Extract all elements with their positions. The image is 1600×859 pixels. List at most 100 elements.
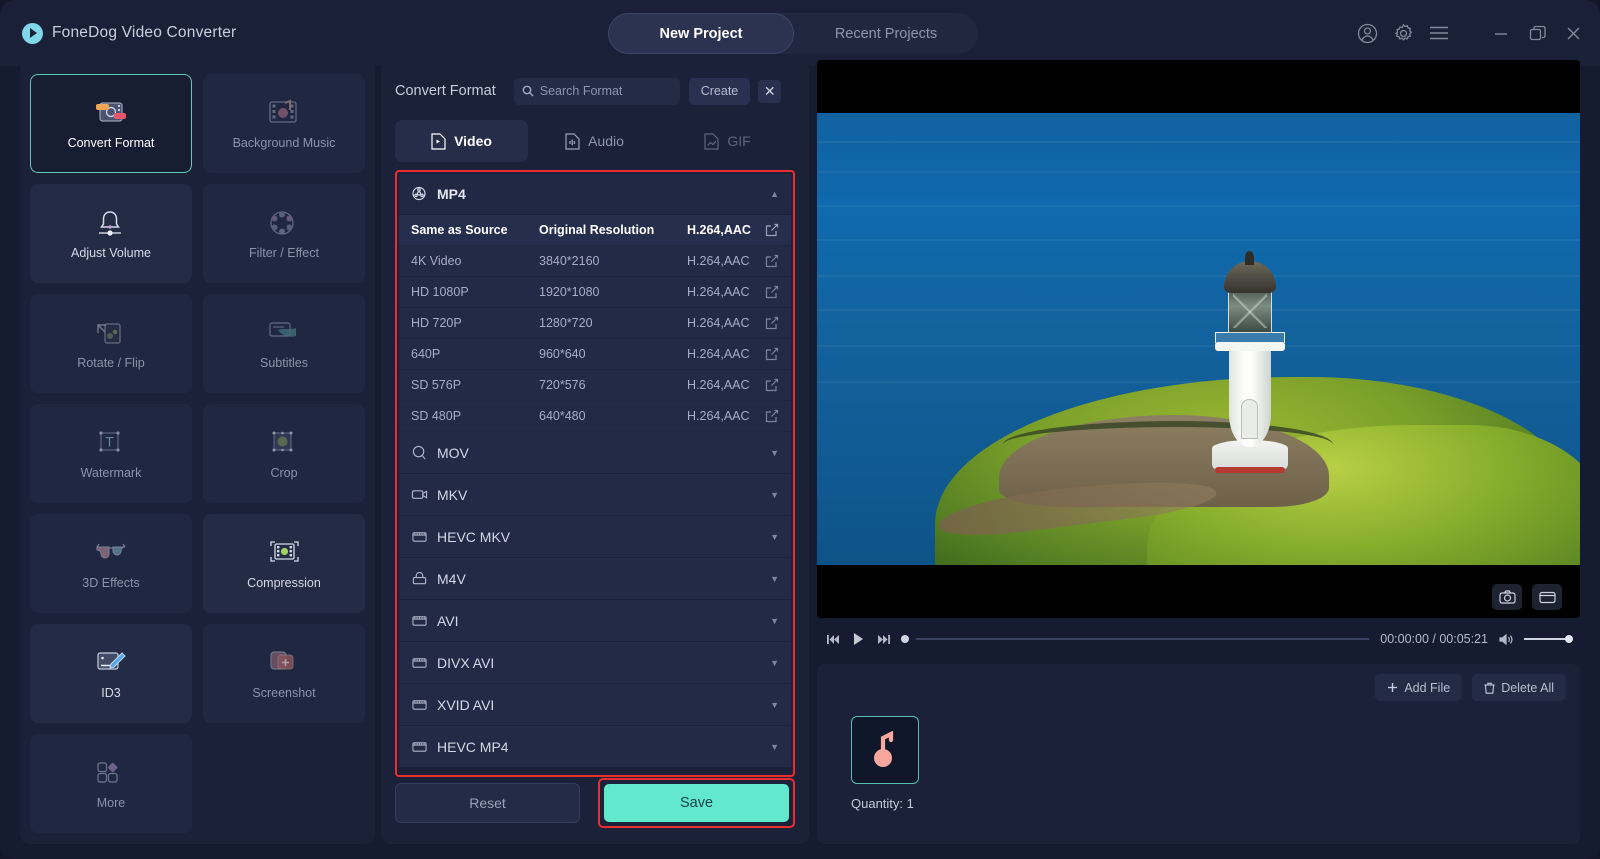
sidebar-item-background-music[interactable]: Background Music [203,74,365,173]
format-row[interactable]: SD 480P 640*480 H.264,AAC [399,401,791,432]
hevc-icon [412,532,427,542]
menu-icon[interactable] [1428,22,1450,44]
avi-icon [412,700,427,710]
sidebar-item-id3[interactable]: ID3 [30,624,192,723]
video-preview[interactable] [817,60,1580,618]
volume-slider[interactable] [1524,635,1573,643]
format-group-mov[interactable]: MOV ▼ [399,432,791,474]
sidebar-item-screenshot[interactable]: Screenshot [203,624,365,723]
time-display: 00:00:00 / 00:05:21 [1380,632,1488,646]
save-button[interactable]: Save [604,784,789,822]
preview-image [817,113,1580,565]
chevron-down-icon[interactable]: ▼ [770,658,779,668]
skip-back-icon[interactable] [827,633,841,646]
sidebar-item-convert-format[interactable]: Convert Format [30,74,192,173]
close-panel-button[interactable]: ✕ [758,79,782,103]
sidebar-item-crop[interactable]: Crop [203,404,365,503]
sidebar-item-compression[interactable]: Compression [203,514,365,613]
edit-icon[interactable] [765,254,779,268]
panel-footer: Reset Save [395,778,795,828]
sidebar-item-adjust-volume[interactable]: Adjust Volume [30,184,192,283]
format-row[interactable]: SD 576P 720*576 H.264,AAC [399,370,791,401]
camera-icon[interactable] [1492,584,1522,610]
edit-icon[interactable] [765,347,779,361]
account-icon[interactable] [1356,22,1378,44]
sidebar-label: Rotate / Flip [77,355,145,370]
format-list: MP4 ▲ Same as Source Original Resolution… [399,174,791,773]
lighthouse-door [1241,399,1258,439]
chevron-down-icon[interactable]: ▼ [770,490,779,500]
chevron-down-icon[interactable]: ▼ [770,448,779,458]
tab-video[interactable]: Video [395,120,528,162]
add-file-button[interactable]: Add File [1375,674,1463,701]
minimize-icon[interactable] [1490,22,1512,44]
chevron-down-icon[interactable]: ▼ [770,532,779,542]
delete-all-button[interactable]: Delete All [1472,674,1566,701]
row-codec: H.264,AAC [687,409,750,423]
format-row[interactable]: 640P 960*640 H.264,AAC [399,339,791,370]
search-input[interactable]: Search Format [513,77,680,105]
volume-icon[interactable] [1499,633,1513,646]
edit-icon[interactable] [765,409,779,423]
file-item[interactable]: Quantity: 1 [851,716,919,811]
row-codec: H.264,AAC [687,254,750,268]
format-group-hevc-mp4[interactable]: HEVC MP4 ▼ [399,726,791,768]
format-group-hevc-mkv[interactable]: HEVC MKV ▼ [399,516,791,558]
row-name: Same as Source [411,223,508,237]
format-group-avi[interactable]: AVI ▼ [399,600,791,642]
maximize-icon[interactable] [1526,22,1548,44]
sidebar-item-filter-effect[interactable]: Filter / Effect [203,184,365,283]
id3-icon [93,648,129,678]
play-icon[interactable] [852,632,865,646]
edit-icon[interactable] [765,316,779,330]
seek-handle[interactable] [901,635,909,643]
sidebar-label: Screenshot [252,685,316,700]
file-list-panel: Add File Delete All Quantity: 1 [817,664,1580,844]
format-group-divx-avi[interactable]: DIVX AVI ▼ [399,642,791,684]
clip-icon[interactable] [1532,584,1562,610]
reset-button[interactable]: Reset [395,783,580,823]
format-group-m4v[interactable]: M4V ▼ [399,558,791,600]
lighthouse-finial [1245,251,1254,265]
sidebar-item-more[interactable]: More [30,734,192,833]
tab-audio[interactable]: Audio [528,120,661,162]
plus-icon [1388,683,1398,692]
chevron-down-icon[interactable]: ▼ [770,616,779,626]
row-name: SD 480P [411,409,462,423]
sidebar-item-subtitles[interactable]: Subtitles [203,294,365,393]
seek-bar[interactable] [916,638,1370,640]
chevron-down-icon[interactable]: ▼ [770,574,779,584]
audio-file-icon [565,132,580,150]
tab-gif[interactable]: GIF [661,120,794,162]
close-icon[interactable] [1562,22,1584,44]
gear-icon[interactable] [1392,22,1414,44]
quantity-label: Quantity: 1 [851,796,914,811]
mov-icon [412,445,426,460]
tab-recent-projects[interactable]: Recent Projects [794,13,978,54]
format-group-mkv[interactable]: MKV ▼ [399,474,791,516]
sidebar-item-3d-effects[interactable]: 3D Effects [30,514,192,613]
skip-forward-icon[interactable] [876,633,890,646]
edit-icon[interactable] [765,378,779,392]
row-codec: H.264,AAC [687,285,750,299]
chevron-up-icon[interactable]: ▲ [770,189,779,199]
mkv-icon [411,490,428,499]
row-name: HD 720P [411,316,462,330]
format-row[interactable]: HD 1080P 1920*1080 H.264,AAC [399,277,791,308]
tab-new-project[interactable]: New Project [608,13,794,54]
format-group-mp4[interactable]: MP4 ▲ [399,174,791,215]
edit-icon[interactable] [765,223,779,237]
search-placeholder: Search Format [539,84,623,98]
sidebar-item-rotate-flip[interactable]: Rotate / Flip [30,294,192,393]
format-group-xvid-avi[interactable]: XVID AVI ▼ [399,684,791,726]
format-row[interactable]: HD 720P 1280*720 H.264,AAC [399,308,791,339]
format-row[interactable]: Same as Source Original Resolution H.264… [399,215,791,246]
compression-icon [266,538,302,568]
format-row[interactable]: 4K Video 3840*2160 H.264,AAC [399,246,791,277]
file-thumbnail[interactable] [851,716,919,784]
create-button[interactable]: Create [688,77,751,105]
chevron-down-icon[interactable]: ▼ [770,742,779,752]
sidebar-item-watermark[interactable]: T Watermark [30,404,192,503]
chevron-down-icon[interactable]: ▼ [770,700,779,710]
edit-icon[interactable] [765,285,779,299]
